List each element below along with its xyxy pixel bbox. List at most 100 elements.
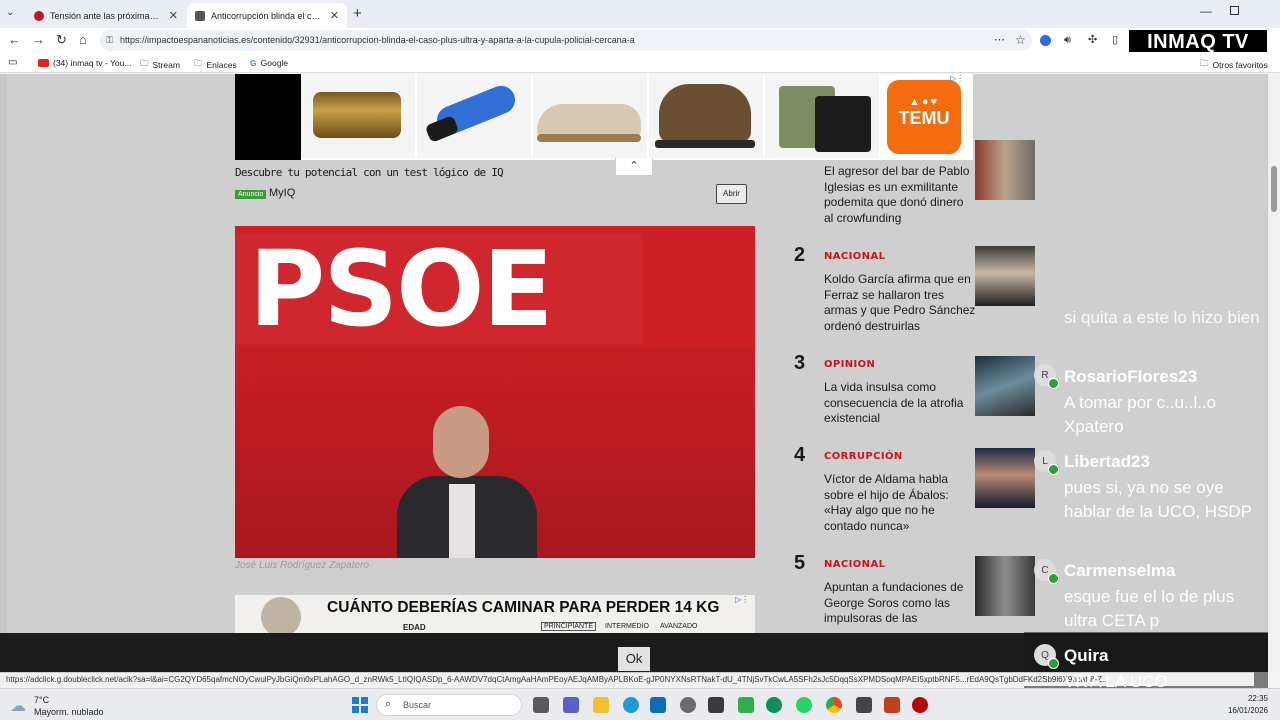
edge-icon[interactable] [623,697,639,713]
bookmark-youtube[interactable]: (34) inmaq tv - You... [38,58,131,68]
app-icon-2[interactable] [856,697,872,713]
temu-logo[interactable]: ▲●♥ TEMU [887,80,961,154]
chat-message: esque fue el lo de plus ultra CETA p [1064,587,1235,630]
chrome-icon[interactable] [826,697,842,713]
product-shorts[interactable] [765,74,879,158]
tab-tension[interactable]: Tensión ante las próximas eleccion ✕ [26,3,186,28]
tab-strip: ⌄ Tensión ante las próximas eleccion ✕ A… [0,0,1280,28]
collapse-ad-button[interactable]: ⌃ [615,158,653,176]
weather-widget[interactable]: ☁ 7°C Mayorm. nublado [10,693,120,719]
split-screen-icon[interactable]: ▯ [1112,33,1118,47]
address-input[interactable]: ⚿ https://impactoespananoticias.es/conte… [100,30,1032,51]
edge-dev-icon[interactable] [766,697,782,713]
clock-date[interactable]: 16/01/2026 [1222,706,1268,715]
sidebar-toggle-icon[interactable]: ▭ [8,57,17,68]
app-icon[interactable] [708,697,724,713]
ad-product-strip[interactable]: ▲●♥ TEMU ▷⋮ [235,74,973,160]
sidebar-item-5-title[interactable]: Apuntan a fundaciones de George Soros co… [824,580,976,626]
weather-desc: Mayorm. nublado [34,707,104,717]
taskbar-search[interactable]: ⌕ Buscar [376,694,522,716]
favorite-star-icon[interactable]: ☆ [1015,33,1026,47]
sandal-sole [537,134,641,142]
start-windows-icon[interactable] [352,697,368,713]
sidebar-item-4-title[interactable]: Víctor de Aldama habla sobre el hijo de … [824,472,976,534]
close-tab-icon[interactable]: ✕ [330,9,339,22]
lock-icon: ⚿ [106,35,113,45]
bookmark-stream[interactable]: 🗀︎ Stream [140,58,180,72]
boot-image [659,84,751,142]
powerpoint-icon[interactable] [884,697,900,713]
folder-icon: 🗀︎ [1200,58,1209,68]
grip-base [424,115,460,143]
adchoices-icon[interactable]: ▷⋮ [735,595,749,604]
chat-username: Quira [1064,646,1109,665]
speaker-icon[interactable]: 🔊︎ [1064,33,1071,47]
adchoices-icon[interactable]: ▷⋮ [950,74,964,83]
boot-sole [655,140,755,148]
camtasia-icon[interactable] [738,697,754,713]
article-image[interactable]: PSOE [235,226,755,558]
product-sandal[interactable] [533,74,647,158]
ad-black-tile [235,74,301,160]
sidebar-item-3-category[interactable]: OPINION [824,359,875,370]
search-placeholder: Buscar [403,700,432,710]
start-pane [361,706,368,713]
reload-icon[interactable]: ↻ [56,33,67,47]
sidebar-item-2-category[interactable]: NACIONAL [824,251,885,262]
settings-icon[interactable] [680,697,696,713]
walking-ad-banner[interactable]: CUÁNTO DEBERÍAS CAMINAR PARA PERDER 14 K… [235,595,755,635]
extensions-puzzle-icon[interactable]: ✣ [1088,33,1097,47]
back-icon[interactable]: ← [8,33,21,47]
sidebar-item-3-title[interactable]: La vida insulsa como consecuencia de la … [824,380,976,427]
tab-list-chevron-icon[interactable]: ⌄ [6,7,14,18]
reader-icon[interactable]: ⋯ [994,33,1005,47]
sidebar-item-2-title[interactable]: Koldo García afirma que en Ferraz se hal… [824,272,976,334]
outlook-icon[interactable] [650,697,666,713]
sidebar-item-5-number: 5 [794,552,806,574]
search-icon: ⌕ [385,698,392,710]
whatsapp-icon[interactable] [796,697,812,713]
sidebar-item-4-category[interactable]: CORRUPCIÓN [824,451,903,462]
product-grip[interactable] [417,74,531,158]
sidebar-item-1-title[interactable]: El agresor del bar de Pablo Iglesias es … [824,164,976,226]
forward-icon[interactable]: → [32,33,45,47]
product-boot[interactable] [649,74,763,158]
scrollbar-thumb[interactable] [1271,166,1277,212]
tab-title: Anticorrupción blinda el caso Plus [211,10,324,21]
sidebar-item-1-thumb[interactable] [975,140,1035,200]
close-tab-icon[interactable]: ✕ [169,9,178,22]
avatar-initial: R [1041,369,1049,381]
cookie-ok-button[interactable]: Ok [618,647,650,671]
restore-icon[interactable] [1230,6,1239,15]
new-tab-icon[interactable]: + [353,5,362,22]
walking-ad-headline: CUÁNTO DEBERÍAS CAMINAR PARA PERDER 14 K… [327,599,720,616]
file-explorer-icon[interactable] [593,697,609,713]
ad-advertiser[interactable]: MyIQ [269,187,295,199]
tab-anticorrupcion[interactable]: Anticorrupción blinda el caso Plus ✕ [187,3,347,28]
minimize-icon[interactable]: — [1200,4,1212,18]
clock-time[interactable]: 22:35 [1236,694,1268,703]
photo-credit: José Luis Rodríguez Zapatero [235,560,369,571]
bookmark-label: Google [260,58,289,68]
task-view-icon[interactable] [533,697,549,713]
ad-caption[interactable]: Descubre tu potencial con un test lógico… [235,166,504,179]
sidebar-item-5-category[interactable]: NACIONAL [824,559,885,570]
bookmark-google[interactable]: G Google [250,58,288,68]
product-cryptex[interactable] [301,74,415,158]
verified-badge-icon [1048,573,1059,584]
status-url-text: https://adclick.g.doubleclick.net/aclk?s… [6,675,1109,684]
bookmark-other-favorites[interactable]: 🗀︎ Otros favoritos [1200,58,1268,72]
extension-icon[interactable] [1040,35,1051,46]
acrobat-icon[interactable] [912,697,928,713]
ad-open-button[interactable]: Abrir [716,184,747,204]
teams-icon[interactable] [563,697,579,713]
chat-username: Libertad23 [1064,452,1150,471]
navigation-bar: ← → ↻ ⌂ ⚿ https://impactoespananoticias.… [0,28,1280,53]
page-scrollbar[interactable] [1268,74,1280,672]
walking-ad-col-edad: EDAD [403,623,426,632]
folder-icon: 🗀︎ [194,58,203,68]
home-icon[interactable]: ⌂ [79,33,87,47]
cloud-icon: ☁ [10,698,26,715]
sidebar-item-4-number: 4 [794,444,806,466]
bookmark-enlaces[interactable]: 🗀︎ Enlaces [194,58,237,72]
